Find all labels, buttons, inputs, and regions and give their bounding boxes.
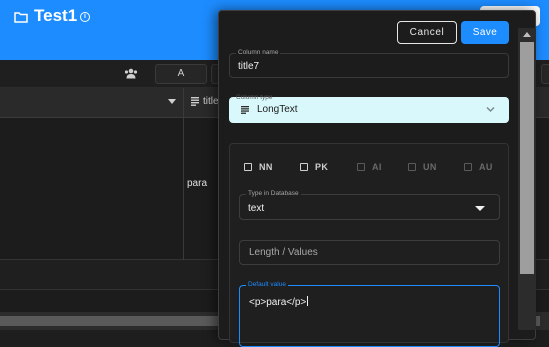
checkbox-box bbox=[464, 163, 472, 171]
column-name-field[interactable]: Column name title7 bbox=[229, 49, 509, 78]
checkbox-label: NN bbox=[259, 162, 273, 172]
checkbox-box bbox=[408, 163, 416, 171]
checkbox-label: AU bbox=[479, 162, 493, 172]
default-value-legend: Default value bbox=[246, 281, 288, 288]
checkbox-label: UN bbox=[423, 162, 437, 172]
column-name-legend: Column name bbox=[236, 49, 281, 56]
users-icon[interactable] bbox=[124, 68, 138, 79]
vertical-scroll-thumb[interactable] bbox=[520, 42, 534, 274]
long-text-icon bbox=[241, 106, 249, 114]
column-name-input[interactable]: title7 bbox=[238, 61, 259, 72]
column-type-select[interactable]: Column type LongText bbox=[229, 94, 509, 123]
length-values-placeholder: Length / Values bbox=[249, 247, 318, 258]
default-value-input[interactable]: Default value <p>para</p> bbox=[239, 281, 500, 347]
chevron-down-icon[interactable] bbox=[486, 106, 495, 113]
checkbox-box[interactable] bbox=[300, 163, 308, 171]
column-type-legend: Column type bbox=[236, 94, 273, 101]
toolbar-button-right[interactable] bbox=[541, 64, 549, 84]
checkbox-box[interactable] bbox=[244, 163, 252, 171]
db-type-value: text bbox=[248, 203, 265, 214]
cancel-button[interactable]: Cancel bbox=[397, 21, 457, 44]
scroll-up-arrow-icon[interactable] bbox=[523, 32, 531, 37]
save-button[interactable]: Save bbox=[461, 21, 509, 44]
default-value-content: <p>para</p> bbox=[249, 297, 307, 308]
info-icon[interactable]: i bbox=[80, 12, 90, 22]
folder-icon bbox=[14, 12, 28, 23]
caret-down-icon[interactable] bbox=[475, 206, 485, 211]
db-type-legend: Type in Database bbox=[246, 190, 301, 197]
vertical-scrollbar[interactable] bbox=[518, 28, 536, 330]
text-cursor bbox=[307, 296, 309, 306]
toolbar-button[interactable]: A bbox=[155, 64, 207, 84]
column-type-value: LongText bbox=[257, 104, 298, 115]
column-divider bbox=[183, 88, 184, 260]
table-cell[interactable]: para bbox=[187, 178, 207, 189]
column-edit-modal: Cancel Save Column name title7 Column ty… bbox=[218, 10, 536, 347]
checkbox-box bbox=[357, 163, 365, 171]
long-text-icon bbox=[191, 97, 199, 106]
default-value-text[interactable]: <p>para</p> bbox=[249, 296, 309, 308]
db-type-select[interactable]: Type in Database text bbox=[239, 190, 500, 220]
column-options-panel: NN PK AI UN AU Type in Database text Len… bbox=[229, 143, 509, 347]
checkbox-label: AI bbox=[372, 162, 382, 172]
checkbox-label: PK bbox=[315, 162, 329, 172]
caret-down-icon[interactable] bbox=[168, 99, 176, 104]
project-title: Test1 bbox=[34, 6, 78, 25]
length-values-input[interactable]: Length / Values bbox=[239, 240, 500, 265]
